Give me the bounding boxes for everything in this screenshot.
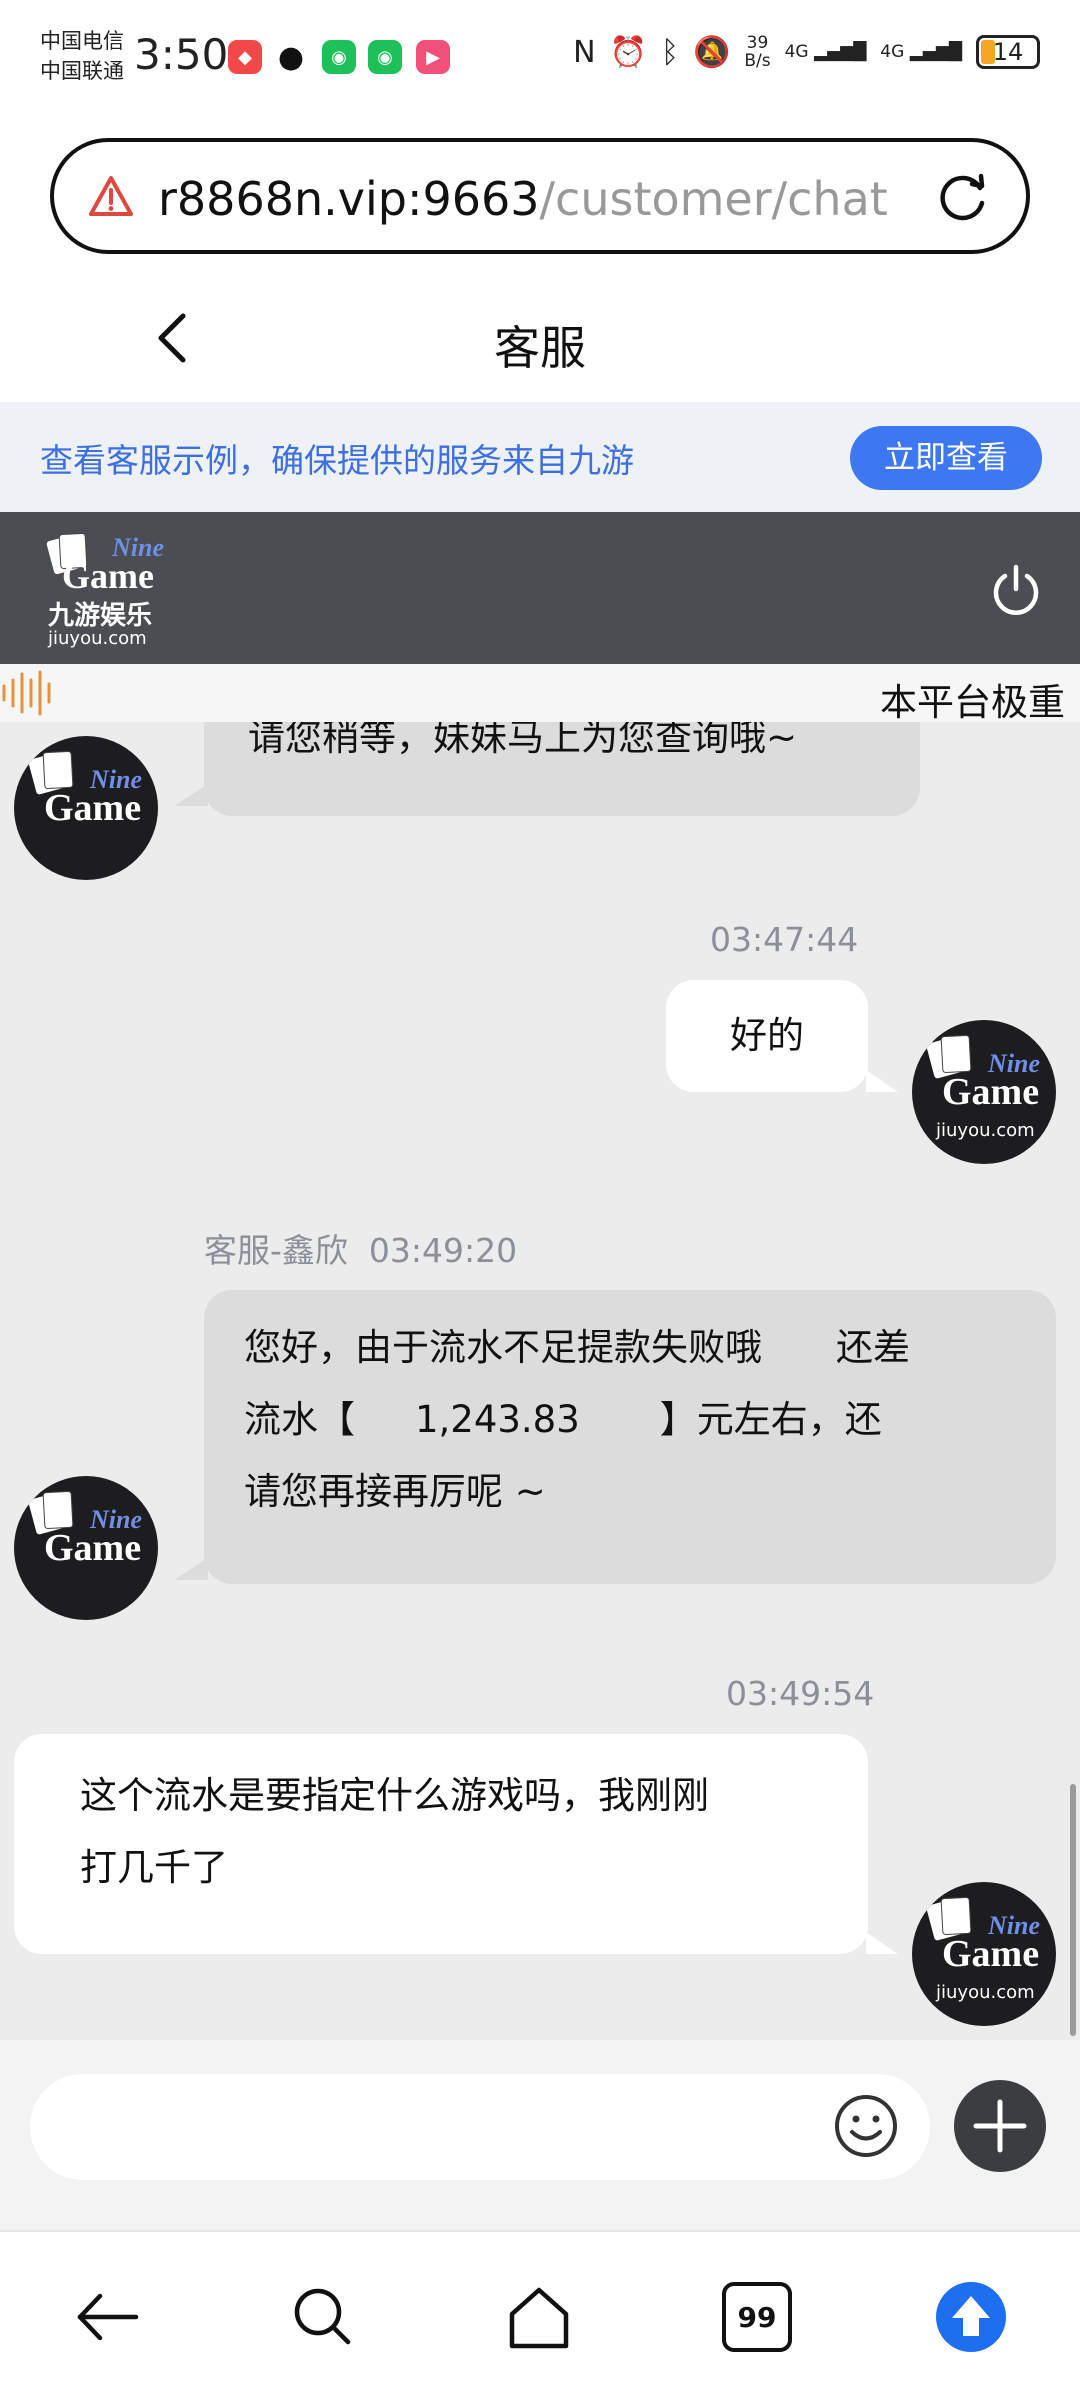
nine-game-logo: Nine Game 九游娱乐 jiuyou.com [46, 532, 164, 649]
agent-avatar: Nine Game [14, 1476, 158, 1620]
system-indicators: N ⏰ ᛒ 🔕 39 B/s 4G ▂▄▆█ 4G ▂▄▆█ 14 [573, 34, 1040, 70]
line-2-start: 流水【 [244, 1398, 355, 1441]
logo-cn: 九游娱乐 [47, 601, 152, 631]
svg-text:jiuyou.com: jiuyou.com [935, 1120, 1035, 1141]
url-text[interactable]: r8868n.vip:9663/customer/chat [158, 172, 888, 226]
shopping-app-icon: ◆ [228, 40, 262, 74]
add-attachment-button[interactable] [954, 2080, 1046, 2172]
message-timestamp: 03:49:20 [368, 1231, 518, 1270]
marquee-text: 本平台极重 [880, 681, 1065, 722]
plus-icon [973, 2099, 1027, 2153]
user-avatar: Nine Game jiuyou.com [912, 1020, 1056, 1164]
url-path: /customer/chat [539, 172, 888, 226]
user-message-line-1: 这个流水是要指定什么游戏吗，我刚刚 [80, 1774, 709, 1817]
carrier-1: 中国电信 [40, 29, 124, 53]
wechat-icon: ◉ [322, 40, 356, 74]
warning-icon[interactable] [88, 174, 134, 220]
app-header: Nine Game 九游娱乐 jiuyou.com [0, 512, 1080, 664]
line-2-end: 】元左右，还 [659, 1398, 882, 1441]
message-timestamp: 03:49:54 [726, 1674, 875, 1713]
user-message-bubble: 好的 [666, 980, 868, 1092]
logo-domain: jiuyou.com [47, 628, 147, 649]
svg-text:Game: Game [44, 1527, 141, 1569]
view-now-button[interactable]: 立即查看 [850, 426, 1042, 490]
agent-message-line-1: 您好，由于流水不足提款失败哦 还差 [244, 1326, 910, 1369]
agent-message-text: 请您稍等，妹妹马上为您查询哦~ [248, 722, 798, 759]
wechat-icon-2: ◉ [368, 40, 402, 74]
agent-message-line-2: 流水【 1,243.83 】元左右，还 [244, 1384, 1016, 1456]
status-bar: 中国电信 中国联通 3:50 ◆ ● ◉ ◉ ▶ N ⏰ ᛒ 🔕 39 B/s … [0, 0, 1080, 120]
logo-game: Game [62, 556, 154, 596]
verification-notice: 查看客服示例，确保提供的服务来自九游 立即查看 [0, 402, 1080, 512]
alarm-icon: ⏰ [609, 34, 647, 70]
signal-1: 4G ▂▄▆█ [784, 42, 867, 62]
announcement-marquee: 本平台极重 [0, 664, 1080, 722]
sender-label: 客服-鑫欣 [204, 1231, 348, 1270]
title-bar: 客服 [0, 278, 1080, 398]
chat-area[interactable]: Nine Game 请您稍等，妹妹马上为您查询哦~ 03:47:44 好的 Ni… [0, 722, 1080, 2040]
tabs-icon[interactable]: 99 [722, 2282, 792, 2352]
battery-icon: 14 [976, 35, 1040, 69]
sound-wave-icon [2, 670, 51, 716]
message-input[interactable] [30, 2074, 930, 2180]
svg-text:Game: Game [942, 1933, 1039, 1975]
signal-2-label: 4G [880, 42, 905, 62]
address-bar[interactable]: r8868n.vip:9663/customer/chat [50, 138, 1030, 254]
chat-scrollbar[interactable] [1070, 1784, 1076, 2036]
tab-count: 99 [737, 2300, 777, 2334]
mute-icon: 🔕 [692, 34, 731, 70]
carrier-2: 中国联通 [40, 59, 124, 83]
withdraw-amount: 1,243.83 [415, 1398, 580, 1441]
emoji-icon[interactable] [832, 2092, 900, 2160]
agent-message-bubble: 您好，由于流水不足提款失败哦 还差 流水【 1,243.83 】元左右，还 请您再接… [204, 1290, 1056, 1584]
browser-navigation-bar: 99 [0, 2230, 1080, 2400]
user-avatar: Nine Game jiuyou.com [912, 1882, 1056, 2026]
agent-avatar: Nine Game [14, 736, 158, 880]
net-speed: 39 B/s [744, 34, 770, 70]
page-title: 客服 [494, 321, 586, 375]
message-timestamp: 03:47:44 [710, 920, 859, 959]
net-speed-value: 39 [746, 33, 769, 53]
carrier-labels: 中国电信 中国联通 [40, 26, 124, 86]
agent-message-bubble: 请您稍等，妹妹马上为您查询哦~ [204, 722, 920, 816]
video-app-icon: ▶ [416, 40, 450, 74]
user-message-line-2: 打几千了 [80, 1846, 228, 1889]
net-speed-unit: B/s [744, 51, 771, 71]
signal-1-label: 4G [784, 42, 809, 62]
back-icon[interactable] [72, 2282, 142, 2352]
signal-2: 4G ▂▄▆█ [880, 42, 962, 62]
url-host: r8868n.vip:9663 [158, 172, 540, 226]
svg-text:Game: Game [942, 1071, 1039, 1113]
clock: 3:50 [134, 30, 229, 79]
message-composer [0, 2040, 1080, 2230]
reload-icon[interactable] [936, 172, 990, 226]
agent-message-line-3: 请您再接再厉呢 ~ [244, 1470, 546, 1513]
battery-level: 14 [992, 38, 1024, 66]
user-message-text: 好的 [730, 1014, 804, 1057]
qq-icon: ● [277, 39, 305, 75]
svg-text:jiuyou.com: jiuyou.com [935, 1982, 1035, 2003]
notice-text: 查看客服示例，确保提供的服务来自九游 [40, 441, 634, 480]
home-icon[interactable] [504, 2282, 574, 2352]
sender-name: 客服-鑫欣 03:49:20 [204, 1224, 517, 1272]
bluetooth-icon: ᛒ [660, 34, 679, 70]
user-message-bubble: 这个流水是要指定什么游戏吗，我刚刚 打几千了 [14, 1734, 868, 1954]
svg-text:Game: Game [44, 787, 141, 829]
upload-icon[interactable] [936, 2282, 1006, 2352]
search-icon[interactable] [288, 2282, 358, 2352]
power-icon[interactable] [988, 562, 1044, 618]
nfc-icon: N [573, 34, 596, 70]
